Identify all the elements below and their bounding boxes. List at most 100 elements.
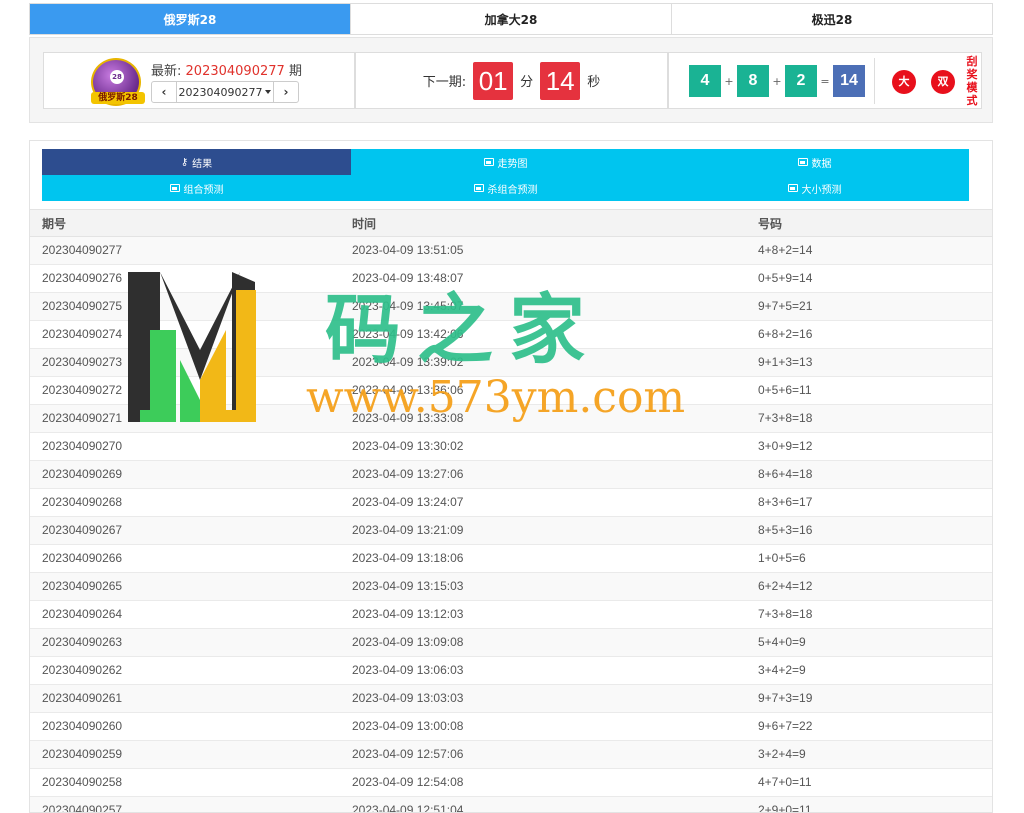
result-ball-3: 2 xyxy=(785,65,817,97)
cell-time: 2023-04-09 13:15:03 xyxy=(352,579,464,593)
current-result-box: 4 + 8 + 2 = 14 大 双 刮奖模式 xyxy=(668,52,982,109)
nav-trend-label: 走势图 xyxy=(497,158,528,170)
table-row: 202304090264 2023-04-09 13:12:03 7+3+8=18 xyxy=(30,601,992,629)
cell-time: 2023-04-09 13:39:02 xyxy=(352,355,464,369)
table-row: 202304090267 2023-04-09 13:21:09 8+5+3=16 xyxy=(30,517,992,545)
cell-time: 2023-04-09 13:42:06 xyxy=(352,327,464,341)
nav-trend-chart[interactable]: 走势图 xyxy=(351,149,660,175)
nav-results[interactable]: ⚷ 结果 xyxy=(42,149,351,175)
chevron-left-icon: ‹ xyxy=(161,85,167,99)
image-icon xyxy=(169,184,180,192)
table-row: 202304090275 2023-04-09 13:45:07 9+7+5=21 xyxy=(30,293,992,321)
issue-dropdown-value: 202304090277 xyxy=(178,85,263,99)
cell-time: 2023-04-09 13:21:09 xyxy=(352,523,464,537)
nav-combo-prediction[interactable]: 组合预测 xyxy=(42,175,351,201)
image-icon xyxy=(787,184,798,192)
table-row: 202304090274 2023-04-09 13:42:06 6+8+2=16 xyxy=(30,321,992,349)
result-sum: 14 xyxy=(833,65,865,97)
table-row: 202304090259 2023-04-09 12:57:06 3+2+4=9 xyxy=(30,741,992,769)
game-tabs: 俄罗斯28 加拿大28 极迅28 xyxy=(29,3,993,35)
table-row: 202304090269 2023-04-09 13:27:06 8+6+4=18 xyxy=(30,461,992,489)
cell-time: 2023-04-09 13:24:07 xyxy=(352,495,464,509)
logo-ball: 28 xyxy=(110,70,124,84)
countdown-box: 下一期: 01 分 14 秒 xyxy=(355,52,668,109)
cell-issue: 202304090274 xyxy=(42,327,123,341)
result-numbers: 4 + 8 + 2 = 14 xyxy=(689,65,865,97)
cell-numbers: 0+5+6=11 xyxy=(758,383,812,397)
cell-issue: 202304090275 xyxy=(42,299,123,313)
prev-issue-button[interactable]: ‹ xyxy=(152,82,176,102)
nav-size-label: 大小预测 xyxy=(801,184,842,196)
cell-time: 2023-04-09 13:09:08 xyxy=(352,635,464,649)
cell-time: 2023-04-09 13:27:06 xyxy=(352,467,464,481)
header-numbers: 号码 xyxy=(758,217,783,231)
equals-sign: = xyxy=(820,74,830,88)
tab-jixun-28[interactable]: 极迅28 xyxy=(672,4,992,34)
issue-dropdown[interactable]: 202304090277 xyxy=(176,82,274,102)
plus-sign: + xyxy=(772,74,782,88)
cell-time: 2023-04-09 13:45:07 xyxy=(352,299,464,313)
cell-issue: 202304090259 xyxy=(42,747,123,761)
cell-time: 2023-04-09 13:51:05 xyxy=(352,243,464,257)
cell-time: 2023-04-09 12:54:08 xyxy=(352,775,464,789)
cell-issue: 202304090277 xyxy=(42,243,123,257)
cell-numbers: 9+7+3=19 xyxy=(758,691,813,705)
table-row: 202304090277 2023-04-09 13:51:05 4+8+2=14 xyxy=(30,237,992,265)
tab-russia-28[interactable]: 俄罗斯28 xyxy=(30,4,351,34)
cell-numbers: 8+3+6=17 xyxy=(758,495,813,509)
table-row: 202304090266 2023-04-09 13:18:06 1+0+5=6 xyxy=(30,545,992,573)
cell-issue: 202304090257 xyxy=(42,803,123,813)
table-row: 202304090261 2023-04-09 13:03:03 9+7+3=19 xyxy=(30,685,992,713)
cell-numbers: 0+5+9=14 xyxy=(758,271,813,285)
cell-numbers: 9+6+7=22 xyxy=(758,719,813,733)
cell-time: 2023-04-09 13:12:03 xyxy=(352,607,464,621)
header-issue: 期号 xyxy=(42,217,67,231)
table-row: 202304090268 2023-04-09 13:24:07 8+3+6=17 xyxy=(30,489,992,517)
image-icon xyxy=(797,158,808,166)
table-row: 202304090276 2023-04-09 13:48:07 0+5+9=14 xyxy=(30,265,992,293)
cell-time: 2023-04-09 13:30:02 xyxy=(352,439,464,453)
cell-time: 2023-04-09 13:33:08 xyxy=(352,411,464,425)
cell-time: 2023-04-09 13:03:03 xyxy=(352,691,464,705)
nav-size-prediction[interactable]: 大小预测 xyxy=(660,175,969,201)
cell-issue: 202304090270 xyxy=(42,439,123,453)
cell-issue: 202304090262 xyxy=(42,663,123,677)
cell-issue: 202304090264 xyxy=(42,607,123,621)
latest-issue-box: 28 俄罗斯28 最新: 202304090277 期 ‹ 2023040902… xyxy=(43,52,355,109)
scratch-mode-link[interactable]: 刮奖模式 xyxy=(965,55,979,107)
latest-issue-line: 最新: 202304090277 期 xyxy=(151,60,302,79)
nav-data[interactable]: 数据 xyxy=(660,149,969,175)
cell-numbers: 6+2+4=12 xyxy=(758,579,813,593)
nav-kill-combo-prediction[interactable]: 杀组合预测 xyxy=(351,175,660,201)
cell-issue: 202304090261 xyxy=(42,691,123,705)
nav-data-label: 数据 xyxy=(811,158,832,170)
issue-selector: ‹ 202304090277 › xyxy=(151,81,299,103)
tab-canada-28[interactable]: 加拿大28 xyxy=(351,4,672,34)
cell-issue: 202304090265 xyxy=(42,579,123,593)
cell-numbers: 8+5+3=16 xyxy=(758,523,813,537)
cell-numbers: 7+3+8=18 xyxy=(758,411,813,425)
cell-numbers: 1+0+5=6 xyxy=(758,551,806,565)
cell-numbers: 5+4+0=9 xyxy=(758,635,806,649)
table-row: 202304090270 2023-04-09 13:30:02 3+0+9=12 xyxy=(30,433,992,461)
latest-issue-number: 202304090277 xyxy=(185,64,285,79)
cell-issue: 202304090269 xyxy=(42,467,123,481)
next-issue-button[interactable]: › xyxy=(274,82,298,102)
divider xyxy=(874,58,875,104)
nav-combo-label: 组合预测 xyxy=(183,184,224,196)
table-row: 202304090263 2023-04-09 13:09:08 5+4+0=9 xyxy=(30,629,992,657)
size-badge: 大 xyxy=(892,70,916,94)
table-row: 202304090257 2023-04-09 12:51:04 2+9+0=11 xyxy=(30,797,992,813)
nav-kill-combo-label: 杀组合预测 xyxy=(487,184,538,196)
cell-numbers: 8+6+4=18 xyxy=(758,467,813,481)
cell-issue: 202304090272 xyxy=(42,383,123,397)
results-panel: ⚷ 结果 走势图 数据 组合预测 杀组合预测 大小预测 期号 时间 号码 202… xyxy=(29,140,993,813)
cell-numbers: 4+8+2=14 xyxy=(758,243,813,257)
latest-label: 最新: xyxy=(151,64,182,79)
cell-time: 2023-04-09 13:00:08 xyxy=(352,719,464,733)
cell-time: 2023-04-09 13:48:07 xyxy=(352,271,464,285)
cell-numbers: 2+9+0=11 xyxy=(758,803,812,813)
cell-issue: 202304090266 xyxy=(42,551,123,565)
logo-text: 俄罗斯28 xyxy=(91,92,145,104)
image-icon xyxy=(483,158,494,166)
